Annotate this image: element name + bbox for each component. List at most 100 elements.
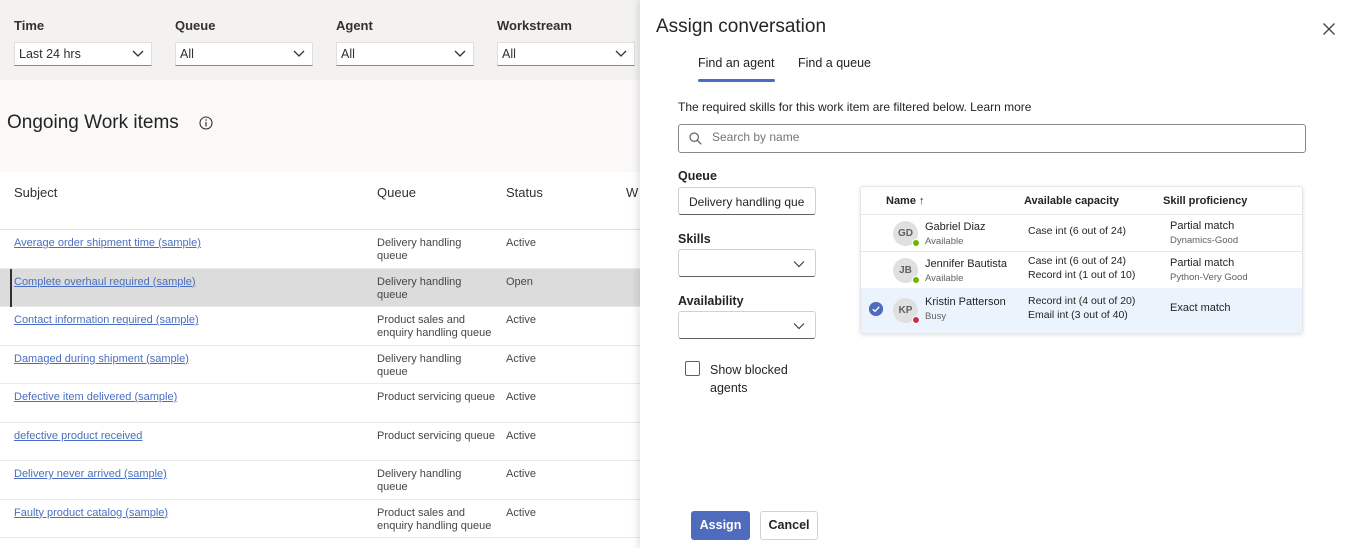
- filter-queue-dropdown[interactable]: All: [175, 42, 313, 66]
- agent-row[interactable]: JB Jennifer Bautista Available Case int …: [861, 252, 1302, 289]
- chevron-down-icon: [132, 50, 144, 57]
- work-items-grid: Subject Queue Status W Average order shi…: [0, 172, 640, 548]
- selection-indicator: [10, 268, 12, 307]
- tab-find-agent[interactable]: Find an agent: [698, 56, 776, 82]
- agent-name: Jennifer Bautista: [925, 258, 1007, 270]
- row-queue: Delivery handling queue: [377, 468, 462, 493]
- skills-label: Skills: [678, 232, 711, 246]
- cancel-button[interactable]: Cancel: [760, 511, 818, 540]
- table-row[interactable]: Complete overhaul required (sample) Deliv…: [0, 268, 640, 307]
- grid-rows: Average order shipment time (sample) Deli…: [0, 230, 640, 538]
- filter-workstream-value: All: [502, 47, 516, 61]
- table-row[interactable]: defective product received Product servic…: [0, 423, 640, 461]
- presence-available-icon: [912, 276, 920, 284]
- availability-label: Availability: [678, 294, 744, 308]
- checkmark-icon: [869, 302, 883, 316]
- agent-capacity: Record int (4 out of 20): [1028, 295, 1136, 307]
- skill-match: Exact match: [1170, 302, 1231, 314]
- table-row[interactable]: Damaged during shipment (sample) Delivery…: [0, 346, 640, 384]
- agent-row-selected[interactable]: KP Kristin Patterson Busy Record int (4 …: [861, 288, 1302, 333]
- filter-bar: Time Last 24 hrs Queue All Agent All Wor…: [0, 0, 640, 80]
- avatar: GD: [893, 221, 920, 247]
- filter-workstream-dropdown[interactable]: All: [497, 42, 635, 66]
- queue-label: Queue: [678, 169, 717, 183]
- skills-dropdown[interactable]: [678, 249, 816, 277]
- table-row[interactable]: Contact information required (sample) Pro…: [0, 307, 640, 346]
- agent-capacity: Case int (6 out of 24): [1028, 255, 1127, 267]
- filter-agent: Agent All: [336, 18, 486, 66]
- filter-workstream-label: Workstream: [497, 18, 572, 33]
- row-subject-link[interactable]: Contact information required (sample): [14, 314, 199, 326]
- agent-name: Kristin Patterson: [925, 296, 1006, 308]
- assign-conversation-panel: Assign conversation Find an agent Find a…: [640, 0, 1351, 548]
- row-subject-link[interactable]: Complete overhaul required (sample): [14, 276, 196, 288]
- row-queue: Delivery handling queue: [377, 275, 462, 301]
- table-row[interactable]: Defective item delivered (sample) Product…: [0, 384, 640, 423]
- skill-detail: Dynamics-Good: [1170, 235, 1239, 246]
- search-box[interactable]: [678, 124, 1306, 153]
- avatar-initials: KP: [898, 305, 913, 316]
- agent-status: Available: [925, 273, 964, 284]
- row-subject-link[interactable]: defective product received: [14, 430, 142, 442]
- agent-capacity: Case int (6 out of 24): [1028, 225, 1127, 237]
- agent-row[interactable]: GD Gabriel Diaz Available Case int (6 ou…: [861, 215, 1302, 252]
- skill-detail: Python-Very Good: [1170, 272, 1248, 283]
- row-status: Active: [506, 352, 536, 365]
- chevron-down-icon: [793, 261, 805, 268]
- row-subject-link[interactable]: Faulty product catalog (sample): [14, 507, 168, 519]
- tab-find-queue[interactable]: Find a queue: [798, 56, 871, 70]
- agent-status: Available: [925, 236, 964, 247]
- column-header-status[interactable]: Status: [506, 185, 543, 200]
- column-header-subject[interactable]: Subject: [14, 185, 57, 200]
- column-header-queue[interactable]: Queue: [377, 185, 416, 200]
- row-queue: Product sales and enquiry handling queue: [377, 314, 492, 339]
- filter-time-dropdown[interactable]: Last 24 hrs: [14, 42, 152, 66]
- table-row[interactable]: Delivery never arrived (sample) Delivery …: [0, 461, 640, 500]
- filter-workstream: Workstream All: [497, 18, 647, 66]
- row-subject-link[interactable]: Damaged during shipment (sample): [14, 353, 189, 365]
- dialog-title: Assign conversation: [656, 16, 827, 37]
- search-icon: [689, 132, 702, 145]
- filter-agent-value: All: [341, 47, 355, 61]
- table-row[interactable]: Average order shipment time (sample) Deli…: [0, 230, 640, 269]
- avatar-initials: JB: [899, 265, 912, 276]
- chevron-down-icon: [454, 50, 466, 57]
- row-subject-link[interactable]: Defective item delivered (sample): [14, 391, 177, 403]
- agent-status: Busy: [925, 311, 947, 322]
- column-header-w[interactable]: W: [626, 185, 638, 200]
- avatar: JB: [893, 258, 920, 284]
- column-header-proficiency[interactable]: Skill proficiency: [1163, 195, 1247, 207]
- search-input[interactable]: [712, 130, 1272, 144]
- avatar: KP: [893, 298, 920, 324]
- row-queue: Delivery handling queue: [377, 352, 462, 378]
- row-status: Active: [506, 429, 536, 442]
- row-queue: Delivery handling queue: [377, 237, 462, 262]
- column-header-name[interactable]: Name ↑: [886, 195, 925, 207]
- queue-value: Delivery handling queue: [689, 195, 805, 209]
- row-subject-link[interactable]: Delivery never arrived (sample): [14, 468, 167, 480]
- filter-agent-dropdown[interactable]: All: [336, 42, 474, 66]
- row-status: Active: [506, 506, 536, 519]
- row-status: Active: [506, 391, 536, 403]
- row-status: Active: [506, 237, 536, 249]
- presence-available-icon: [912, 239, 920, 247]
- avatar-initials: GD: [898, 228, 913, 239]
- table-row[interactable]: Faulty product catalog (sample) Product s…: [0, 500, 640, 538]
- row-status: Active: [506, 468, 536, 480]
- assign-button[interactable]: Assign: [691, 511, 750, 540]
- availability-dropdown[interactable]: [678, 311, 816, 339]
- queue-input[interactable]: Delivery handling queue: [678, 187, 816, 215]
- info-icon[interactable]: [199, 116, 213, 130]
- row-status: Open: [506, 275, 533, 288]
- show-blocked-checkbox[interactable]: [685, 361, 700, 376]
- skills-description: The required skills for this work item a…: [678, 100, 1032, 114]
- agent-name: Gabriel Diaz: [925, 221, 986, 233]
- column-header-capacity[interactable]: Available capacity: [1024, 195, 1119, 207]
- row-queue: Product sales and enquiry handling queue: [377, 506, 492, 532]
- row-subject-link[interactable]: Average order shipment time (sample): [14, 237, 201, 249]
- grid-header: Subject Queue Status W: [0, 172, 640, 230]
- skill-match: Partial match: [1170, 220, 1235, 232]
- close-icon[interactable]: [1322, 22, 1336, 36]
- row-status: Active: [506, 314, 536, 326]
- filter-queue-value: All: [180, 47, 194, 61]
